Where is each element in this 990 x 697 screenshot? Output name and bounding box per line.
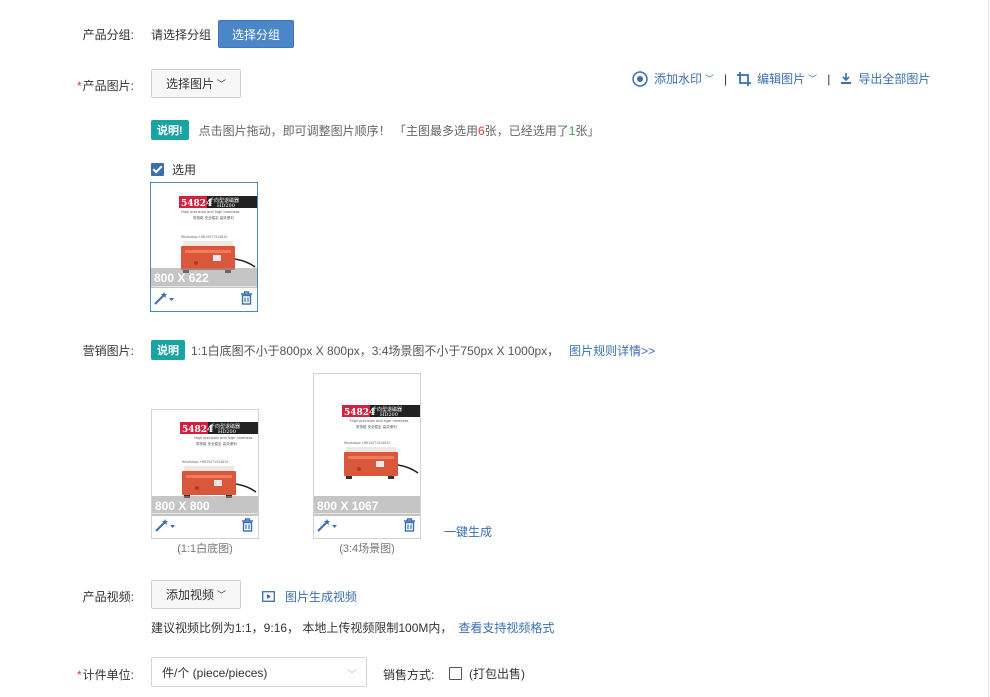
caption-square: (1:1白底图) [177,543,233,555]
group-hint: 请选择分组 [151,28,212,42]
marketing-note-text: 1:1白底图不小于800px X 800px，3:4场景图不小于750px X … [191,343,560,358]
video-icon [262,591,275,602]
sale-method-label: 销售方式: [383,668,435,682]
photo-subtitle: High precision and high hardness [350,419,409,423]
video-hint: 建议视频比例为1:1，9:16， 本地上传视频限制100M内， 查看支持视频格式 [151,621,555,635]
select-group-button[interactable]: 选择分组 [218,20,294,48]
image-toolbar: 添加水印 ﹀ | 编辑图片 ﹀ | 导出全部图片 [632,70,930,87]
select-all-checkbox[interactable]: 选用 [151,161,196,178]
product-images-label: *产品图片: [76,79,134,93]
panel-border [988,0,989,697]
video-formats-link[interactable]: 查看支持视频格式 [458,621,554,635]
trash-icon[interactable] [241,518,254,535]
group-label: 产品分组: [82,28,134,42]
trash-icon[interactable] [240,291,253,308]
thumb-toolbar [152,513,258,538]
crop-icon [737,71,752,86]
photo-model: HD200 [217,203,235,209]
pack-sale-checkbox[interactable]: (打包出售) [449,665,525,682]
add-watermark-button[interactable]: 添加水印 ﹀ [632,70,714,87]
photo-subtitle: High precision and high hardness [181,210,240,214]
chevron-down-icon: ﹀ [347,670,357,681]
checkbox-checked[interactable] [151,163,164,176]
photo-features: 带按磁 安全稳定 高效便利 [356,424,397,429]
thumb-toolbar [151,286,257,311]
image-dimensions: 800 X 622 [151,268,257,288]
chevron-down-icon: ﹀ [808,74,818,84]
photo-subtitle: High precision and high hardness [194,436,253,440]
unit-label: *计件单位: [76,668,134,682]
magic-wand-icon[interactable] [155,518,175,535]
photo-contact: WhatsApp:+8615071524620 [181,235,227,239]
unit-select[interactable]: 件/个 (piece/pieces) ﹀ [151,657,367,687]
image-rules-link[interactable]: 图片规则详情>> [569,342,655,359]
checkbox-unchecked[interactable] [449,667,462,680]
product-image-thumb[interactable]: 54824 千向型退磁器 HD200 High precision and hi… [150,182,258,312]
image-to-video-button[interactable]: 图片生成视频 [262,588,357,605]
toolbar-separator: | [827,71,831,86]
photo-number: 54824 [344,408,375,418]
select-images-button[interactable]: 选择图片 ﹀ [151,69,241,98]
chevron-down-icon: ﹀ [217,79,227,89]
photo-model: HD200 [380,412,398,418]
photo-contact: WhatsApp:+8615071524620 [182,460,228,464]
photo-features: 带按磁 安全稳定 高效便利 [196,441,237,446]
product-video-label: 产品视频: [82,590,134,604]
watermark-icon [632,70,648,87]
product-images-note: 说明! 点击图片拖动，即可调整图片顺序！ 「主图最多选用6张，已经选用了1张」 [151,120,599,140]
thumb-toolbar [314,513,420,538]
one-click-generate-link[interactable]: 一键生成 [444,523,492,540]
marketing-images-label: 营销图片: [82,344,134,358]
marketing-image-square[interactable]: 54824 千向型退磁器 HD200 High precision and hi… [151,409,259,539]
magic-wand-icon[interactable] [317,518,337,535]
chevron-down-icon: ﹀ [217,590,227,600]
marketing-note-badge: 说明 [151,340,185,360]
marketing-image-portrait[interactable]: 54824 千向型退磁器 HD200 High precision and hi… [313,373,421,539]
note-badge: 说明! [151,120,189,140]
photo-number: 54824 [181,199,212,209]
export-all-images-button[interactable]: 导出全部图片 [840,70,930,87]
magic-wand-icon[interactable] [154,291,174,308]
photo-contact: WhatsApp:+8615071524620 [344,441,390,445]
product-photo: 54824 千向型退磁器 HD200 High precision and hi… [314,374,420,514]
marketing-note: 说明 1:1白底图不小于800px X 800px，3:4场景图不小于750px… [151,340,655,360]
chevron-down-icon: ﹀ [705,74,715,84]
toolbar-separator: | [724,71,728,86]
photo-model: HD200 [218,429,236,435]
caption-portrait: (3:4场景图) [339,543,395,555]
download-icon [841,72,852,84]
trash-icon[interactable] [403,518,416,535]
photo-number: 54824 [182,425,213,435]
edit-image-button[interactable]: 编辑图片 ﹀ [737,70,817,87]
add-video-button[interactable]: 添加视频 ﹀ [151,580,241,609]
photo-features: 带按磁 安全稳定 高效便利 [193,215,234,220]
note-text: 点击图片拖动，即可调整图片顺序！ 「主图最多选用6张，已经选用了1张」 [198,123,600,138]
